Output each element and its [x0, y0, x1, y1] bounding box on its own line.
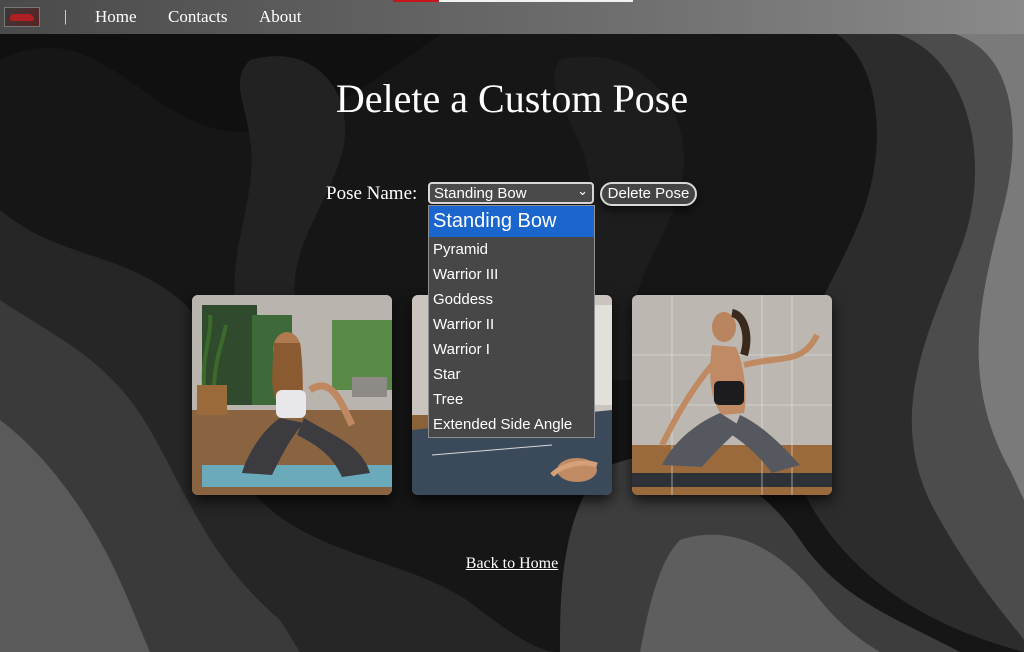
pose-dropdown-list: Standing Bow Pyramid Warrior III Goddess… [428, 205, 595, 438]
nav-separator: | [64, 8, 68, 25]
dropdown-option[interactable]: Star [429, 362, 594, 387]
page-title: Delete a Custom Pose [335, 76, 689, 121]
dropdown-option[interactable]: Warrior II [429, 312, 594, 337]
chevron-down-icon: ⌄ [577, 183, 588, 198]
dropdown-option[interactable]: Warrior I [429, 337, 594, 362]
dropdown-option[interactable]: Warrior III [429, 262, 594, 287]
delete-pose-button[interactable]: Delete Pose [600, 182, 697, 206]
back-to-home-link[interactable]: Back to Home [0, 555, 1024, 573]
pose-name-select[interactable]: Standing Bow ⌄ [428, 182, 594, 204]
nav-accent-bar [393, 0, 439, 2]
car-icon [10, 14, 34, 21]
dropdown-option[interactable]: Pyramid [429, 237, 594, 262]
pose-select-value: Standing Bow [434, 185, 527, 202]
dropdown-option[interactable]: Tree [429, 387, 594, 412]
top-navbar: | Home Contacts About [0, 0, 1024, 34]
nav-link-contacts[interactable]: Contacts [168, 7, 228, 27]
site-logo[interactable] [4, 7, 40, 27]
nav-link-home[interactable]: Home [95, 7, 137, 27]
dropdown-option[interactable]: Standing Bow [429, 206, 594, 237]
pose-image [632, 295, 832, 495]
nav-accent-bar [439, 0, 633, 2]
dropdown-option[interactable]: Extended Side Angle [429, 412, 594, 437]
dropdown-option[interactable]: Goddess [429, 287, 594, 312]
pose-name-label: Pose Name: [326, 183, 418, 204]
pose-image [192, 295, 392, 495]
nav-link-about[interactable]: About [259, 7, 302, 27]
